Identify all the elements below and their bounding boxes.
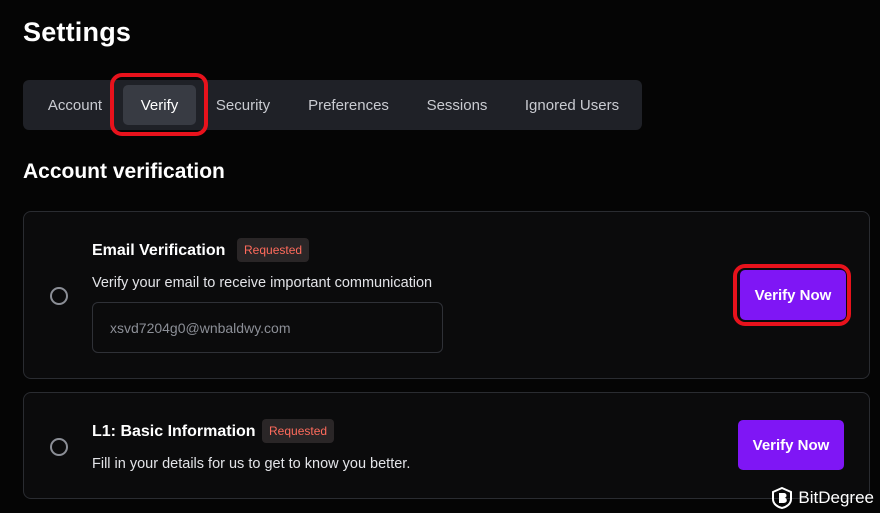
tab-preferences[interactable]: Preferences [298, 80, 399, 130]
basic-information-title: L1: Basic Information [92, 423, 256, 440]
bitdegree-watermark: BitDegree [772, 487, 874, 509]
email-field[interactable] [92, 302, 443, 353]
email-status-badge: Requested [237, 238, 310, 262]
basic-information-card: L1: Basic Information Requested Fill in … [23, 392, 870, 499]
email-verification-description: Verify your email to receive important c… [92, 275, 433, 291]
basic-information-radio[interactable] [50, 438, 68, 456]
tab-sessions[interactable]: Sessions [417, 80, 497, 130]
basic-verify-now-button[interactable]: Verify Now [738, 420, 844, 470]
email-verify-now-button[interactable]: Verify Now [740, 270, 846, 320]
tab-verify[interactable]: Verify [123, 85, 196, 125]
basic-information-description: Fill in your details for us to get to kn… [92, 456, 411, 472]
page-title: Settings [23, 17, 132, 47]
section-title: Account verification [23, 160, 225, 183]
email-verification-card: Email Verification Requested Verify your… [23, 211, 870, 379]
bitdegree-watermark-text: BitDegree [798, 488, 874, 507]
tab-account[interactable]: Account [34, 80, 116, 130]
tab-security[interactable]: Security [206, 80, 280, 130]
email-verification-title: Email Verification [92, 242, 226, 259]
basic-status-badge: Requested [262, 419, 335, 443]
bitdegree-logo-icon [772, 487, 793, 509]
tab-ignored-users[interactable]: Ignored Users [515, 80, 629, 130]
email-verification-radio[interactable] [50, 287, 68, 305]
settings-tab-bar: Account Verify Security Preferences Sess… [23, 80, 642, 130]
